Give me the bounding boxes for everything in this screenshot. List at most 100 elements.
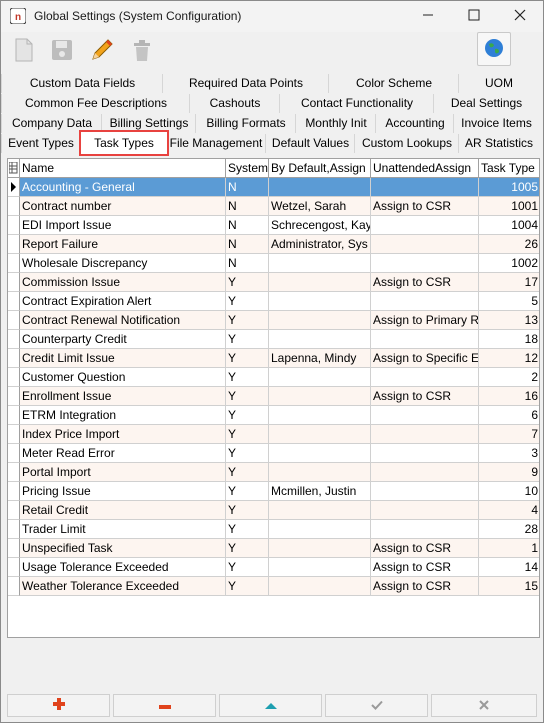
cell-system[interactable]: Y [226,520,269,539]
cell-by-default-assign[interactable] [269,520,371,539]
cell-name[interactable]: EDI Import Issue [20,216,226,235]
cell-unattended-assign[interactable]: Assign to CSR [371,197,479,216]
column-header-system[interactable]: System' [226,159,269,177]
cell-system[interactable]: Y [226,463,269,482]
cell-unattended-assign[interactable] [371,330,479,349]
row-indicator[interactable] [8,463,20,482]
column-header-unattended-assign[interactable]: UnattendedAssign [371,159,479,177]
table-row[interactable]: EDI Import Issue N Schrecengost, Kay 1004 [8,216,539,235]
cell-system[interactable]: Y [226,292,269,311]
cell-name[interactable]: Customer Question [20,368,226,387]
cell-task-type-id[interactable]: 1 [479,539,539,558]
cell-unattended-assign[interactable] [371,178,479,197]
table-row[interactable]: Customer Question Y 2 [8,368,539,387]
cell-system[interactable]: N [226,235,269,254]
cell-unattended-assign[interactable] [371,235,479,254]
cell-task-type-id[interactable]: 9 [479,463,539,482]
cell-name[interactable]: Usage Tolerance Exceeded [20,558,226,577]
table-row[interactable]: Contract Renewal Notification Y Assign to … [8,311,539,330]
cell-system[interactable]: Y [226,539,269,558]
cancel-button[interactable] [431,694,537,717]
row-indicator[interactable] [8,311,20,330]
cell-task-type-id[interactable]: 13 [479,311,539,330]
close-button[interactable] [497,1,543,32]
cell-unattended-assign[interactable] [371,520,479,539]
cell-unattended-assign[interactable]: Assign to CSR [371,273,479,292]
row-indicator[interactable] [8,273,20,292]
cell-unattended-assign[interactable] [371,482,479,501]
cell-by-default-assign[interactable]: Wetzel, Sarah [269,197,371,216]
cell-task-type-id[interactable]: 2 [479,368,539,387]
tab-uom[interactable]: UOM [458,74,539,93]
tab-invoice-items[interactable]: Invoice Items [453,114,539,133]
cell-task-type-id[interactable]: 5 [479,292,539,311]
tab-file-management[interactable]: File Management [165,134,266,153]
cell-name[interactable]: ETRM Integration [20,406,226,425]
cell-by-default-assign[interactable] [269,387,371,406]
cell-system[interactable]: Y [226,482,269,501]
row-indicator[interactable] [8,501,20,520]
save-button[interactable] [47,36,77,66]
add-button[interactable] [7,694,110,717]
row-indicator[interactable] [8,235,20,254]
cell-system[interactable]: Y [226,406,269,425]
table-row[interactable]: Contract Expiration Alert Y 5 [8,292,539,311]
cell-name[interactable]: Contract Renewal Notification [20,311,226,330]
table-row[interactable]: Enrollment Issue Y Assign to CSR 16 [8,387,539,406]
cell-name[interactable]: Portal Import [20,463,226,482]
tab-billing-formats[interactable]: Billing Formats [195,114,296,133]
table-row[interactable]: Counterparty Credit Y 18 [8,330,539,349]
cell-system[interactable]: N [226,178,269,197]
cell-by-default-assign[interactable] [269,292,371,311]
cell-task-type-id[interactable]: 6 [479,406,539,425]
cell-task-type-id[interactable]: 1001 [479,197,539,216]
cell-system[interactable]: Y [226,387,269,406]
table-row[interactable]: Pricing Issue Y Mcmillen, Justin 10 [8,482,539,501]
row-indicator[interactable] [8,406,20,425]
cell-unattended-assign[interactable] [371,425,479,444]
cell-by-default-assign[interactable] [269,577,371,596]
table-row[interactable]: Contract number N Wetzel, Sarah Assign to C… [8,197,539,216]
cell-by-default-assign[interactable] [269,311,371,330]
cell-system[interactable]: Y [226,425,269,444]
cell-name[interactable]: Counterparty Credit [20,330,226,349]
cell-task-type-id[interactable]: 3 [479,444,539,463]
tab-monthly-init[interactable]: Monthly Init [295,114,376,133]
tab-common-fee-descriptions[interactable]: Common Fee Descriptions [1,94,190,113]
table-row[interactable]: Accounting - General N 1005 [8,178,539,197]
cell-system[interactable]: N [226,197,269,216]
table-row[interactable]: Retail Credit Y 4 [8,501,539,520]
row-indicator[interactable] [8,482,20,501]
tab-event-types[interactable]: Event Types [1,134,80,153]
cell-system[interactable]: Y [226,349,269,368]
cell-by-default-assign[interactable]: Mcmillen, Justin [269,482,371,501]
cell-task-type-id[interactable]: 1005 [479,178,539,197]
column-header-task-type-id[interactable]: Task Type I [479,159,539,177]
cell-unattended-assign[interactable]: Assign to CSR [371,539,479,558]
cell-by-default-assign[interactable]: Schrecengost, Kay [269,216,371,235]
table-row[interactable]: Unspecified Task Y Assign to CSR 1 [8,539,539,558]
row-indicator[interactable] [8,539,20,558]
cell-unattended-assign[interactable] [371,463,479,482]
cell-task-type-id[interactable]: 12 [479,349,539,368]
tab-custom-lookups[interactable]: Custom Lookups [354,134,459,153]
cell-task-type-id[interactable]: 10 [479,482,539,501]
row-indicator[interactable] [8,558,20,577]
row-indicator[interactable] [8,197,20,216]
cell-task-type-id[interactable]: 14 [479,558,539,577]
table-row[interactable]: Index Price Import Y 7 [8,425,539,444]
table-row[interactable]: Usage Tolerance Exceeded Y Assign to CSR 14 [8,558,539,577]
row-indicator[interactable] [8,444,20,463]
cell-by-default-assign[interactable] [269,463,371,482]
column-header-by-default-assign[interactable]: By Default,Assign [269,159,371,177]
cell-unattended-assign[interactable] [371,444,479,463]
cell-by-default-assign[interactable] [269,501,371,520]
cell-system[interactable]: Y [226,368,269,387]
cell-name[interactable]: Credit Limit Issue [20,349,226,368]
cell-task-type-id[interactable]: 26 [479,235,539,254]
tab-task-types[interactable]: Task Types [79,130,169,156]
globe-button[interactable] [477,32,511,66]
cell-system[interactable]: N [226,254,269,273]
task-types-grid[interactable]: Name System' By Default,Assign Unattende… [7,158,540,638]
cell-by-default-assign[interactable] [269,273,371,292]
